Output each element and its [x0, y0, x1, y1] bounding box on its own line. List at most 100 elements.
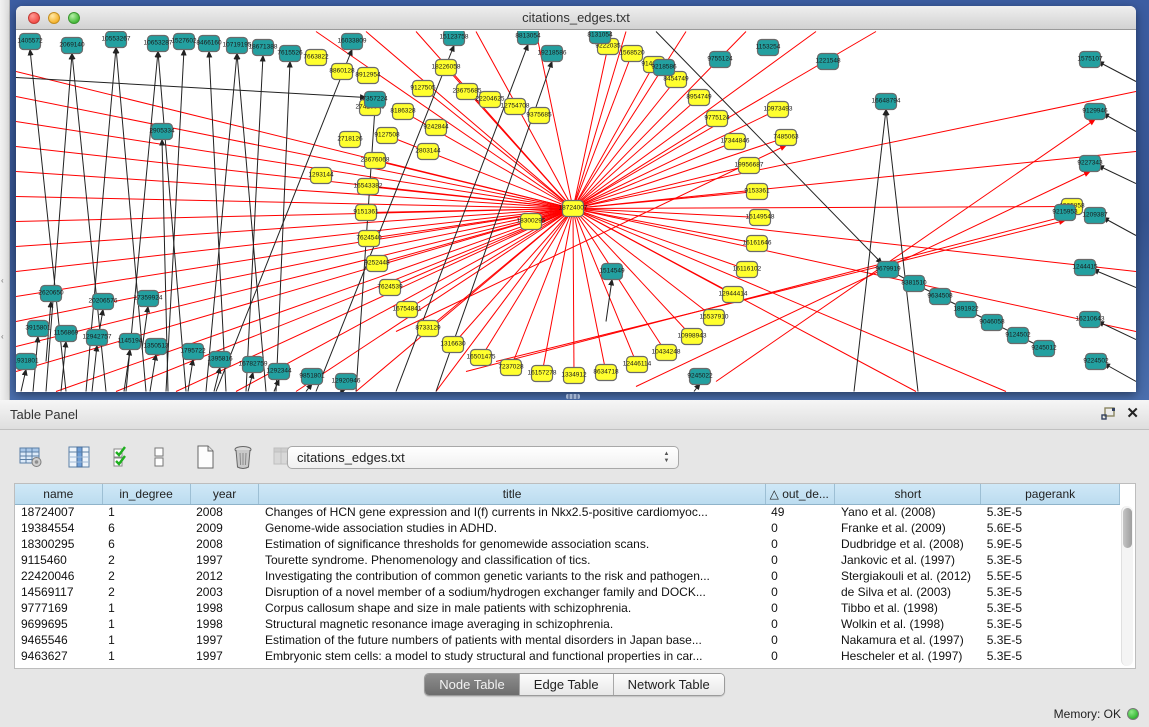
graph-node[interactable]: 9252448	[364, 256, 390, 272]
graph-node[interactable]: 9046058	[979, 315, 1005, 331]
graph-node[interactable]: 9215953	[1052, 205, 1078, 221]
graph-edge[interactable]	[573, 119, 717, 209]
table-cell[interactable]: 5.5E-5	[981, 568, 1120, 584]
graph-node[interactable]: 16161646	[743, 236, 772, 252]
table-cell[interactable]: 2	[102, 584, 190, 600]
graph-node[interactable]: 12944414	[719, 287, 748, 303]
graph-node[interactable]: 18226058	[432, 60, 461, 76]
graph-edge[interactable]	[573, 80, 676, 209]
graph-edge[interactable]	[16, 122, 573, 209]
graph-node[interactable]: 8186328	[390, 104, 416, 120]
table-row[interactable]: 1872400712008Changes of HCN gene express…	[15, 504, 1120, 520]
table-cell[interactable]: Jankovic et al. (1997)	[835, 552, 981, 568]
table-cell[interactable]: 5.3E-5	[981, 600, 1120, 616]
table-cell[interactable]: 9115460	[15, 552, 102, 568]
table-cell[interactable]: 0	[765, 536, 835, 552]
graph-node[interactable]: 10973493	[764, 102, 793, 118]
table-cell[interactable]: Genome-wide association studies in ADHD.	[259, 520, 765, 536]
tab-node-table[interactable]: Node Table	[425, 674, 520, 695]
graph-node[interactable]: 9375685	[526, 108, 552, 124]
graph-node[interactable]: 16116102	[733, 262, 762, 278]
graph-edge[interactable]	[16, 209, 573, 222]
table-cell[interactable]: 2009	[190, 520, 259, 536]
graph-node[interactable]: 7663822	[303, 50, 329, 66]
graph-edge[interactable]	[1103, 114, 1136, 132]
unselect-all-icon[interactable]	[146, 444, 172, 470]
graph-node[interactable]: 9245022	[687, 369, 713, 385]
network-graph[interactable]: 1872400718226058912750581863289127508236…	[16, 31, 1136, 392]
table-row[interactable]: 1830029562008Estimation of significance …	[15, 536, 1120, 552]
window-titlebar[interactable]: citations_edges.txt	[16, 6, 1136, 30]
graph-node[interactable]: 17344846	[721, 134, 750, 150]
graph-node[interactable]: 1153254	[756, 40, 781, 56]
graph-node[interactable]: 23676068	[361, 153, 390, 169]
table-cell[interactable]: Nakamura et al. (1997)	[835, 632, 981, 648]
graph-edge[interactable]	[573, 98, 699, 209]
column-header-in_degree[interactable]: in_degree	[102, 484, 190, 504]
graph-edge[interactable]	[573, 209, 714, 318]
column-header-year[interactable]: year	[190, 484, 259, 504]
graph-node[interactable]: 2905334	[149, 124, 175, 140]
table-cell[interactable]: Changes of HCN gene expression and I(f) …	[259, 504, 765, 520]
table-cell[interactable]: 1997	[190, 648, 259, 664]
table-cell[interactable]: Estimation of the future numbers of pati…	[259, 632, 765, 648]
graph-node[interactable]: 9634508	[927, 289, 953, 305]
close-panel-icon[interactable]: ✕	[1126, 405, 1139, 423]
graph-node[interactable]: 9224502	[1083, 354, 1109, 370]
graph-node[interactable]: 8954749	[686, 90, 712, 106]
graph-edge[interactable]	[573, 32, 816, 209]
show-columns-icon[interactable]	[66, 444, 92, 470]
graph-edge[interactable]	[1098, 166, 1136, 184]
graph-node[interactable]: 16754841	[393, 302, 422, 318]
table-scrollbar[interactable]	[1121, 506, 1133, 666]
graph-edge[interactable]	[206, 54, 237, 392]
graph-edge[interactable]	[573, 54, 632, 209]
graph-node[interactable]: 18671388	[249, 40, 278, 56]
table-cell[interactable]: 1	[102, 504, 190, 520]
graph-node[interactable]: 1293144	[308, 168, 334, 184]
graph-node[interactable]: 2718126	[337, 132, 363, 148]
table-cell[interactable]: 2008	[190, 536, 259, 552]
table-cell[interactable]: 18724007	[15, 504, 102, 520]
table-cell[interactable]: 0	[765, 632, 835, 648]
table-cell[interactable]: 0	[765, 520, 835, 536]
graph-node[interactable]: 16210643	[1076, 312, 1105, 328]
column-header-name[interactable]: name	[15, 484, 102, 504]
table-header-row[interactable]: namein_degreeyeartitle△ out_de...shortpa…	[15, 484, 1120, 504]
graph-node[interactable]: 7485063	[773, 130, 799, 146]
table-cell[interactable]: 49	[765, 504, 835, 520]
table-cell[interactable]: Investigating the contribution of common…	[259, 568, 765, 584]
graph-edge[interactable]	[246, 56, 263, 392]
table-cell[interactable]: Estimation of significance thresholds fo…	[259, 536, 765, 552]
table-cell[interactable]: 14569117	[15, 584, 102, 600]
table-cell[interactable]: 2	[102, 568, 190, 584]
table-cell[interactable]: 9465546	[15, 632, 102, 648]
table-cell[interactable]: 0	[765, 648, 835, 664]
graph-edge[interactable]	[21, 370, 26, 392]
column-header-pagerank[interactable]: pagerank	[981, 484, 1120, 504]
graph-node[interactable]: 15537910	[700, 310, 729, 326]
tab-edge-table[interactable]: Edge Table	[520, 674, 614, 695]
table-cell[interactable]: 5.3E-5	[981, 504, 1120, 520]
graph-node[interactable]: 9775124	[704, 111, 730, 127]
graph-node[interactable]: 1244415	[1072, 260, 1098, 276]
graph-node[interactable]: 19956687	[735, 158, 764, 174]
table-cell[interactable]: Dudbridge et al. (2008)	[835, 536, 981, 552]
table-cell[interactable]: Hescheler et al. (1997)	[835, 648, 981, 664]
table-cell[interactable]: Embryonic stem cells: a model to study s…	[259, 648, 765, 664]
graph-edge[interactable]	[1098, 62, 1136, 82]
graph-edge[interactable]	[886, 110, 918, 392]
graph-node[interactable]: 15123758	[440, 31, 469, 46]
column-header-short[interactable]: short	[835, 484, 981, 504]
table-cell[interactable]: 5.9E-5	[981, 536, 1120, 552]
graph-edge[interactable]	[188, 360, 193, 392]
graph-edge[interactable]	[390, 209, 573, 288]
graph-edge[interactable]	[216, 50, 352, 392]
graph-node[interactable]: 12446114	[623, 357, 652, 373]
graph-node[interactable]: 1156869	[54, 326, 79, 342]
table-cell[interactable]: Stergiakouli et al. (2012)	[835, 568, 981, 584]
graph-node[interactable]: 2069140	[59, 38, 85, 54]
graph-node[interactable]: 16501475	[467, 350, 496, 366]
graph-node[interactable]: 1292344	[266, 364, 292, 380]
graph-node[interactable]: 9153361	[744, 184, 770, 200]
